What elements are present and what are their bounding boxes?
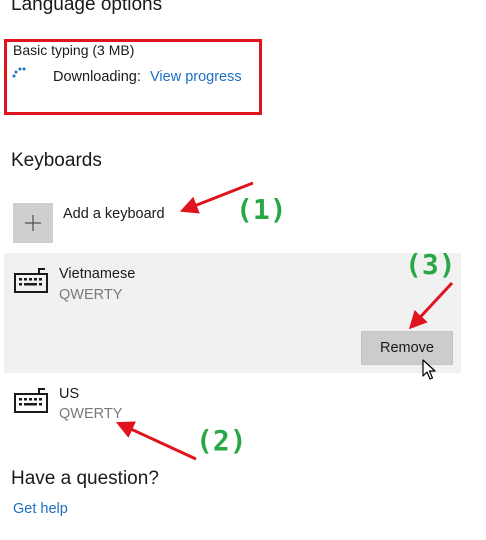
annotation-step-1: (1) [236, 193, 287, 226]
arrow-3 [408, 281, 454, 330]
annotation-step-3: (3) [405, 248, 456, 281]
arrow-2 [115, 421, 197, 461]
annotation-step-2: (2) [196, 424, 247, 457]
